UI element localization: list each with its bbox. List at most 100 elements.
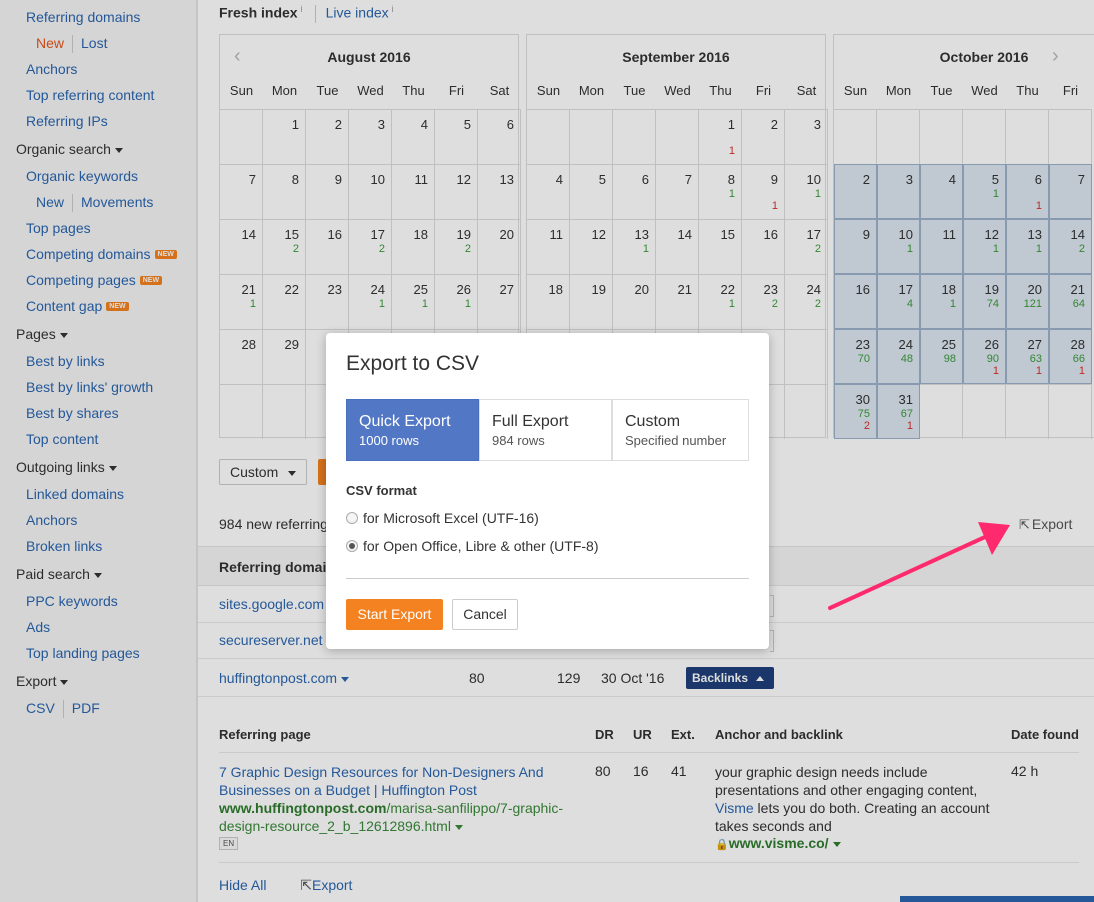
calendar-day[interactable]: 2 bbox=[742, 109, 785, 164]
calendar-day[interactable]: 21 64 bbox=[1049, 274, 1092, 329]
calendar-day[interactable]: 21 1 bbox=[220, 274, 263, 329]
calendar-day[interactable]: 23 bbox=[306, 274, 349, 329]
calendar-day[interactable]: 24 2 bbox=[785, 274, 828, 329]
anchor-link[interactable]: Visme bbox=[715, 800, 754, 816]
bottom-export-link[interactable]: ⇱Export bbox=[300, 877, 352, 893]
calendar-day[interactable]: 91 bbox=[742, 164, 785, 219]
calendar-day[interactable]: 4 bbox=[527, 164, 570, 219]
calendar-day[interactable]: 23 2 bbox=[742, 274, 785, 329]
sidebar-section-outgoing-links[interactable]: Outgoing links bbox=[16, 458, 117, 476]
calendar-day[interactable]: 27 bbox=[478, 274, 521, 329]
sidebar-item-outgoing-anchors[interactable]: Anchors bbox=[26, 511, 77, 529]
calendar-day[interactable]: 16 bbox=[742, 219, 785, 274]
sidebar-item-csv[interactable]: CSV bbox=[26, 700, 55, 716]
calendar-day[interactable]: 22 1 bbox=[699, 274, 742, 329]
radio-openoffice-utf8[interactable]: for Open Office, Libre & other (UTF-8) bbox=[346, 538, 599, 554]
export-link[interactable]: ⇱ Export bbox=[1019, 516, 1072, 533]
sidebar-item-top-content[interactable]: Top content bbox=[26, 430, 98, 448]
custom-dropdown[interactable]: Custom bbox=[219, 459, 307, 485]
referring-page-url[interactable]: www.huffingtonpost.com/marisa-sanfilippo… bbox=[219, 799, 579, 835]
calendar-day[interactable]: 3 bbox=[877, 164, 920, 219]
calendar-day[interactable]: 7 bbox=[1049, 164, 1092, 219]
sidebar-item-top-pages[interactable]: Top pages bbox=[26, 219, 91, 237]
calendar-day[interactable]: 24 1 bbox=[349, 274, 392, 329]
calendar-day[interactable]: 10 1 bbox=[877, 219, 920, 274]
calendar-day[interactable]: 26 90 1 bbox=[963, 329, 1006, 384]
calendar-day[interactable]: 5 bbox=[435, 109, 478, 164]
calendar-day[interactable]: 12 bbox=[435, 164, 478, 219]
sidebar-item-linked-domains[interactable]: Linked domains bbox=[26, 485, 124, 503]
calendar-day[interactable]: 51 bbox=[963, 164, 1006, 219]
sidebar-section-export[interactable]: Export bbox=[16, 672, 69, 690]
sidebar-item-new-keywords[interactable]: New bbox=[36, 194, 64, 210]
backlinks-button-stub[interactable] bbox=[770, 630, 774, 652]
calendar-day[interactable]: 5 bbox=[570, 164, 613, 219]
cancel-button[interactable]: Cancel bbox=[452, 599, 518, 630]
calendar-day[interactable]: 11 bbox=[920, 219, 963, 274]
calendar-day[interactable]: 16 bbox=[306, 219, 349, 274]
calendar-day[interactable]: 18 bbox=[392, 219, 435, 274]
sidebar-item-new[interactable]: New bbox=[36, 35, 64, 51]
calendar-day[interactable]: 9 bbox=[834, 219, 877, 274]
calendar-day[interactable]: 30 75 2 bbox=[834, 384, 877, 439]
calendar-day[interactable]: 10 1 bbox=[785, 164, 828, 219]
calendar-day[interactable]: 20 121 bbox=[1006, 274, 1049, 329]
calendar-day[interactable]: 18 bbox=[527, 274, 570, 329]
calendar-day[interactable]: 26 1 bbox=[435, 274, 478, 329]
tab-fresh-index[interactable]: Fresh index bbox=[219, 5, 298, 21]
calendar-day[interactable]: 10 bbox=[349, 164, 392, 219]
option-full-export[interactable]: Full Export 984 rows bbox=[479, 399, 612, 461]
backlinks-button[interactable]: Backlinks bbox=[686, 667, 774, 689]
calendar-day[interactable]: 19 74 bbox=[963, 274, 1006, 329]
calendar-day[interactable]: 81 bbox=[699, 164, 742, 219]
calendar-day[interactable]: 4 bbox=[392, 109, 435, 164]
calendar-day[interactable]: 25 98 bbox=[920, 329, 963, 384]
sidebar-item-anchors[interactable]: Anchors bbox=[26, 60, 77, 78]
radio-excel-utf16[interactable]: for Microsoft Excel (UTF-16) bbox=[346, 510, 539, 526]
sidebar-item-broken-links[interactable]: Broken links bbox=[26, 537, 102, 555]
calendar-day[interactable]: 12 1 bbox=[963, 219, 1006, 274]
calendar-day[interactable]: 28 66 1 bbox=[1049, 329, 1092, 384]
calendar-day[interactable]: 13 1 bbox=[1006, 219, 1049, 274]
calendar-day[interactable]: 28 bbox=[220, 329, 263, 384]
sidebar-item-movements[interactable]: Movements bbox=[81, 194, 153, 210]
calendar-day[interactable]: 19 2 bbox=[435, 219, 478, 274]
backlinks-button-stub[interactable] bbox=[770, 595, 774, 617]
start-export-button[interactable]: Start Export bbox=[346, 599, 443, 630]
backlink-url[interactable]: 🔒www.visme.co/ bbox=[715, 835, 841, 851]
sidebar-item-best-by-shares[interactable]: Best by shares bbox=[26, 404, 119, 422]
calendar-day[interactable]: 23 70 bbox=[834, 329, 877, 384]
option-quick-export[interactable]: Quick Export 1000 rows bbox=[346, 399, 479, 461]
calendar-day[interactable]: 61 bbox=[1006, 164, 1049, 219]
calendar-day[interactable]: 14 2 bbox=[1049, 219, 1092, 274]
calendar-day[interactable]: 11 bbox=[392, 164, 435, 219]
sidebar-item-competing-domains[interactable]: Competing domains NEW bbox=[26, 245, 177, 263]
calendar-day[interactable]: 11 bbox=[699, 109, 742, 164]
calendar-day[interactable]: 1 bbox=[263, 109, 306, 164]
sidebar-item-organic-keywords[interactable]: Organic keywords bbox=[26, 167, 138, 185]
calendar-day[interactable]: 25 1 bbox=[392, 274, 435, 329]
calendar-day[interactable]: 3 bbox=[349, 109, 392, 164]
calendar-day[interactable]: 15 bbox=[699, 219, 742, 274]
calendar-day[interactable]: 17 4 bbox=[877, 274, 920, 329]
sidebar-item-ads[interactable]: Ads bbox=[26, 618, 50, 636]
calendar-day[interactable]: 16 bbox=[834, 274, 877, 329]
calendar-day[interactable]: 7 bbox=[220, 164, 263, 219]
calendar-day[interactable]: 2 bbox=[834, 164, 877, 219]
calendar-day[interactable]: 15 2 bbox=[263, 219, 306, 274]
option-custom[interactable]: Custom Specified number bbox=[612, 399, 749, 461]
sidebar-section-paid-search[interactable]: Paid search bbox=[16, 565, 102, 583]
table-row-domain[interactable]: secureserver.net bbox=[219, 632, 323, 648]
calendar-day[interactable]: 8 bbox=[263, 164, 306, 219]
sidebar-item-referring-domains[interactable]: Referring domains bbox=[26, 8, 140, 26]
calendar-day[interactable]: 9 bbox=[306, 164, 349, 219]
calendar-day[interactable]: 13 bbox=[478, 164, 521, 219]
sidebar-section-organic-search[interactable]: Organic search bbox=[16, 140, 123, 158]
calendar-day[interactable]: 21 bbox=[656, 274, 699, 329]
sidebar-item-best-by-links-growth[interactable]: Best by links' growth bbox=[26, 378, 153, 396]
sidebar-item-content-gap[interactable]: Content gap NEW bbox=[26, 297, 129, 315]
calendar-day[interactable]: 29 bbox=[263, 329, 306, 384]
sidebar-item-lost[interactable]: Lost bbox=[81, 35, 107, 51]
calendar-day[interactable]: 12 bbox=[570, 219, 613, 274]
calendar-day[interactable]: 14 bbox=[656, 219, 699, 274]
